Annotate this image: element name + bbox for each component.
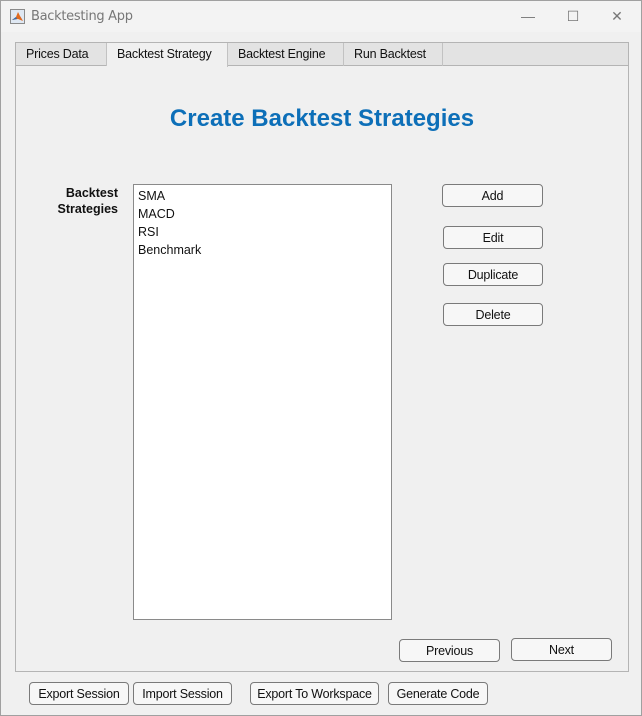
export-session-button[interactable]: Export Session [29,682,129,705]
next-button[interactable]: Next [511,638,612,661]
strategies-label-line1: Backtest [65,186,118,200]
import-session-button[interactable]: Import Session [133,682,232,705]
tab-bar: Prices Data Backtest Strategy Backtest E… [16,43,628,67]
strategies-listbox[interactable]: SMA MACD RSI Benchmark [133,184,392,620]
title-bar: Backtesting App — ☐ ✕ [1,1,641,32]
window-title: Backtesting App [31,9,133,24]
tab-backtest-strategy[interactable]: Backtest Strategy [107,43,228,67]
list-item[interactable]: RSI [134,223,391,241]
minimize-icon: — [521,8,535,24]
app-window: Backtesting App — ☐ ✕ Prices Data Backte… [0,0,642,716]
tab-run-backtest[interactable]: Run Backtest [344,43,443,66]
minimize-button[interactable]: — [513,5,543,27]
maximize-button[interactable]: ☐ [558,5,588,27]
previous-button[interactable]: Previous [399,639,500,662]
list-item[interactable]: MACD [134,205,391,223]
tab-backtest-engine[interactable]: Backtest Engine [228,43,344,66]
add-button[interactable]: Add [442,184,543,207]
strategies-label-line2: Strategies [57,202,118,216]
generate-code-button[interactable]: Generate Code [388,682,488,705]
edit-button[interactable]: Edit [443,226,543,249]
close-button[interactable]: ✕ [602,5,632,27]
strategies-label: Backtest Strategies [46,185,118,217]
delete-button[interactable]: Delete [443,303,543,326]
list-item[interactable]: Benchmark [134,241,391,259]
list-item[interactable]: SMA [134,187,391,205]
page-title: Create Backtest Strategies [169,105,475,132]
close-icon: ✕ [611,7,623,24]
duplicate-button[interactable]: Duplicate [443,263,543,286]
matlab-icon [10,9,25,24]
export-to-workspace-button[interactable]: Export To Workspace [250,682,379,705]
tab-group: Prices Data Backtest Strategy Backtest E… [15,42,629,672]
maximize-icon: ☐ [566,7,580,24]
tab-prices-data[interactable]: Prices Data [16,43,107,66]
